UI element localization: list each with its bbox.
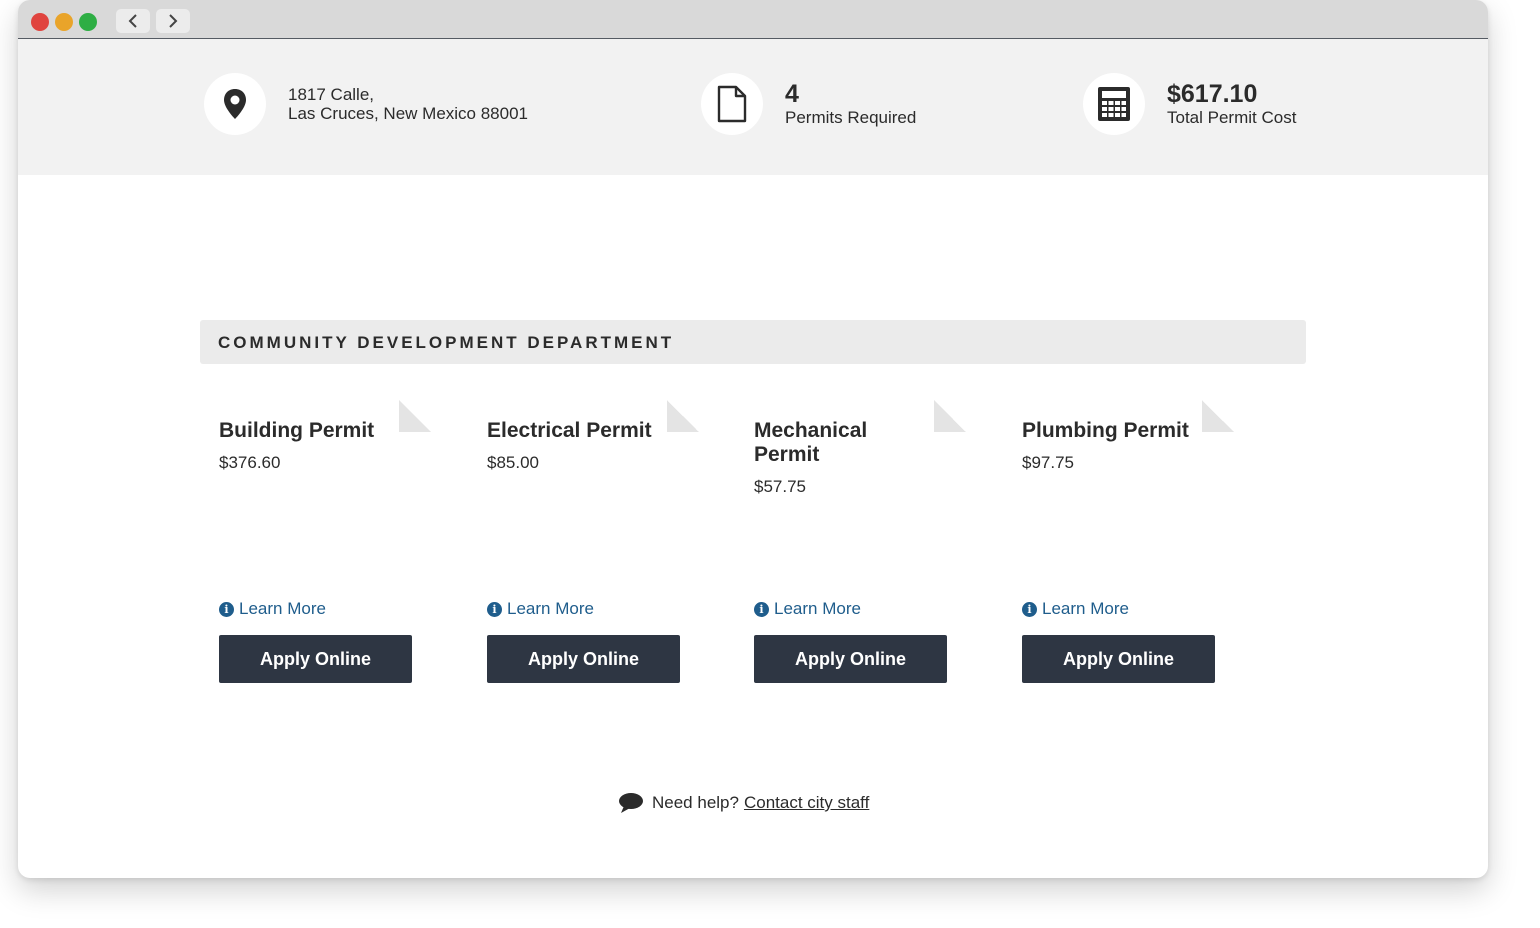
calculator-icon [1083,73,1145,135]
permit-price: $57.75 [754,477,806,496]
permit-card-electrical: Electrical Permit $85.00 i Learn More Ap… [468,400,699,703]
contact-staff-link[interactable]: Contact city staff [744,793,869,813]
total-cost-summary: $617.10 Total Permit Cost [1083,73,1296,135]
department-title: COMMUNITY DEVELOPMENT DEPARTMENT [218,333,675,352]
apply-online-button[interactable]: Apply Online [219,635,412,683]
help-section: Need help? Contact city staff [618,790,869,816]
info-icon: i [754,601,769,617]
apply-online-button[interactable]: Apply Online [754,635,947,683]
address-line2: Las Cruces, New Mexico 88001 [288,104,529,123]
permit-price: $376.60 [219,453,281,472]
apply-online-button[interactable]: Apply Online [1022,635,1215,683]
info-icon: i [487,601,502,617]
page-fold-decoration [399,400,431,432]
permit-count-label: Permits Required [785,108,917,127]
learn-more-label: Learn More [1042,599,1129,618]
permit-count-summary: 4 Permits Required [701,73,916,135]
learn-more-link[interactable]: i Learn More [487,599,594,619]
learn-more-link[interactable]: i Learn More [754,599,861,619]
chevron-left-icon [128,14,137,28]
address-line1: 1817 Calle, [288,85,375,104]
permit-name: Mechanical Permit [754,419,868,466]
info-icon: i [219,601,234,617]
document-icon [701,73,763,135]
chevron-right-icon [169,14,178,28]
chat-bubble-icon [619,793,643,813]
learn-more-label: Learn More [774,599,861,618]
total-cost-label: Total Permit Cost [1167,108,1297,127]
help-text: Need help? [652,793,739,812]
permit-summary: 1817 Calle, Las Cruces, New Mexico 88001… [18,39,1488,175]
permit-name: Building Permit [219,419,375,442]
apply-online-button[interactable]: Apply Online [487,635,680,683]
back-button[interactable] [116,9,150,33]
learn-more-link[interactable]: i Learn More [1022,599,1129,619]
permit-count: 4 [785,80,799,108]
learn-more-link[interactable]: i Learn More [219,599,326,619]
permit-price: $97.75 [1022,453,1074,472]
total-cost: $617.10 [1167,80,1258,108]
title-bar [18,0,1488,39]
permit-name: Electrical Permit [487,419,652,442]
learn-more-label: Learn More [239,599,326,618]
department-header: COMMUNITY DEVELOPMENT DEPARTMENT [200,320,1306,364]
learn-more-label: Learn More [507,599,594,618]
permit-name: Plumbing Permit [1022,419,1189,442]
map-pin-icon [204,73,266,135]
close-window-button[interactable] [31,13,49,31]
permit-card-mechanical: Mechanical Permit $57.75 i Learn More Ap… [735,400,966,703]
minimize-window-button[interactable] [55,13,73,31]
info-icon: i [1022,601,1037,617]
page-fold-decoration [667,400,699,432]
address-summary: 1817 Calle, Las Cruces, New Mexico 88001 [204,73,528,135]
forward-button[interactable] [156,9,190,33]
permit-card-building: Building Permit $376.60 i Learn More App… [200,400,431,703]
permit-card-plumbing: Plumbing Permit $97.75 i Learn More Appl… [1003,400,1234,703]
page-fold-decoration [934,400,966,432]
maximize-window-button[interactable] [79,13,97,31]
page-fold-decoration [1202,400,1234,432]
browser-window: 1817 Calle, Las Cruces, New Mexico 88001… [18,0,1488,878]
permit-price: $85.00 [487,453,539,472]
